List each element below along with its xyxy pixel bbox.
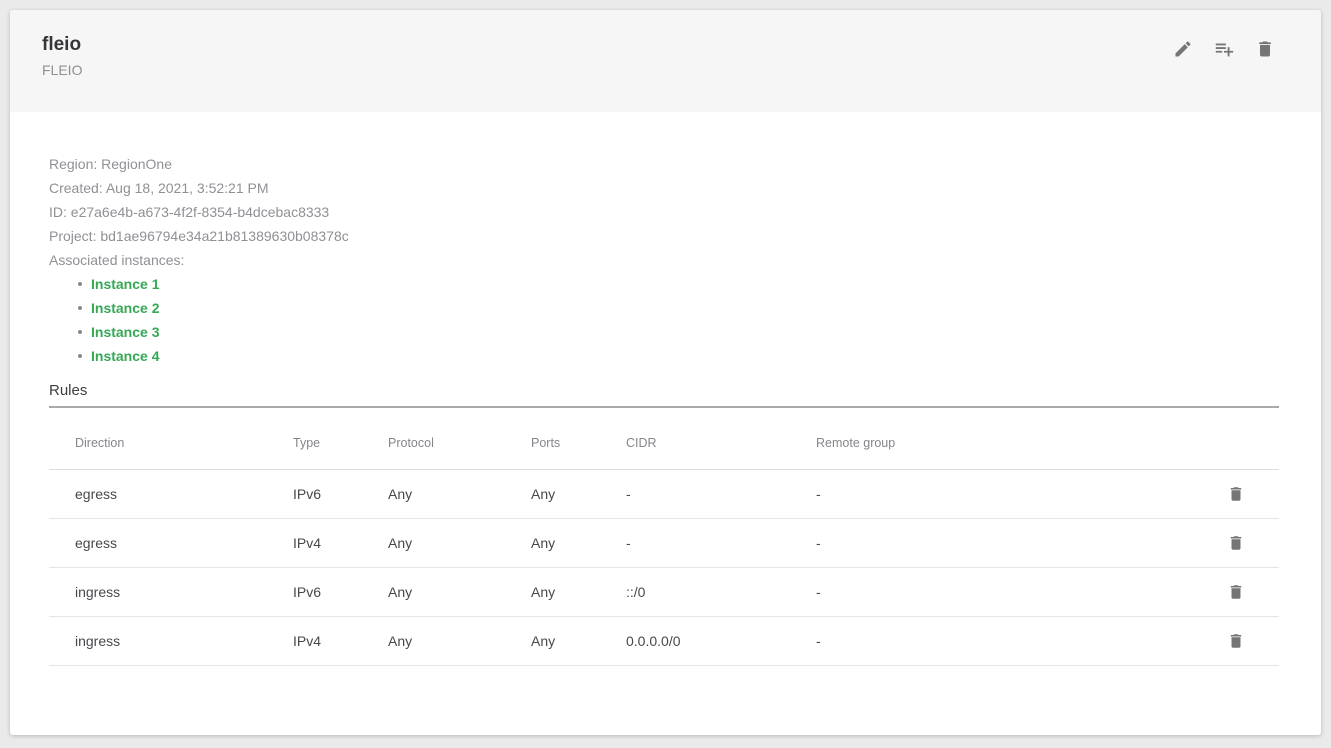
delete-rule-button[interactable] [1227, 485, 1245, 503]
cell-cidr: - [626, 486, 816, 502]
pencil-icon [1173, 39, 1193, 59]
cell-type: IPv6 [293, 584, 388, 600]
cell-direction: ingress [49, 584, 293, 600]
cell-protocol: Any [388, 486, 531, 502]
table-row: egress IPv6 Any Any - - [49, 470, 1279, 519]
list-item: Instance 2 [91, 296, 1279, 320]
rules-section-title: Rules [49, 382, 1279, 408]
column-header-remote-group: Remote group [816, 436, 1193, 450]
cell-protocol: Any [388, 584, 531, 600]
cell-cidr: ::/0 [626, 584, 816, 600]
cell-actions [1193, 534, 1279, 552]
card-header: fleio FLEIO [10, 10, 1321, 112]
page-title: fleio [42, 34, 82, 56]
column-header-ports: Ports [531, 436, 626, 450]
id-label: ID: [49, 204, 67, 220]
cell-ports: Any [531, 584, 626, 600]
cell-remote-group: - [816, 633, 1193, 649]
column-header-direction: Direction [49, 436, 293, 450]
trash-icon [1227, 632, 1245, 650]
cell-cidr: - [626, 535, 816, 551]
project-line: Project: bd1ae96794e34a21b81389630b08378… [49, 224, 1279, 248]
table-row: egress IPv4 Any Any - - [49, 519, 1279, 568]
trash-icon [1227, 583, 1245, 601]
cell-type: IPv6 [293, 486, 388, 502]
instance-link-2[interactable]: Instance 2 [91, 300, 159, 316]
add-rule-button[interactable] [1213, 38, 1235, 60]
cell-actions [1193, 485, 1279, 503]
project-label: Project: [49, 228, 96, 244]
cell-cidr: 0.0.0.0/0 [626, 633, 816, 649]
cell-actions [1193, 632, 1279, 650]
trash-icon [1227, 485, 1245, 503]
id-value: e27a6e4b-a673-4f2f-8354-b4dcebac8333 [71, 204, 329, 220]
instance-list: Instance 1 Instance 2 Instance 3 Instanc… [49, 272, 1279, 368]
cell-actions [1193, 583, 1279, 601]
cell-type: IPv4 [293, 535, 388, 551]
cell-protocol: Any [388, 535, 531, 551]
region-value: RegionOne [101, 156, 172, 172]
cell-remote-group: - [816, 535, 1193, 551]
rules-table-header: Direction Type Protocol Ports CIDR Remot… [49, 408, 1279, 470]
instance-link-1[interactable]: Instance 1 [91, 276, 159, 292]
column-header-cidr: CIDR [626, 436, 816, 450]
security-group-card: fleio FLEIO Region: RegionOne [10, 10, 1321, 735]
table-row: ingress IPv6 Any Any ::/0 - [49, 568, 1279, 617]
delete-button[interactable] [1255, 38, 1275, 60]
trash-icon [1255, 39, 1275, 59]
title-block: fleio FLEIO [42, 34, 82, 78]
region-line: Region: RegionOne [49, 152, 1279, 176]
id-line: ID: e27a6e4b-a673-4f2f-8354-b4dcebac8333 [49, 200, 1279, 224]
cell-ports: Any [531, 535, 626, 551]
project-value: bd1ae96794e34a21b81389630b08378c [100, 228, 348, 244]
delete-rule-button[interactable] [1227, 632, 1245, 650]
page-background: fleio FLEIO Region: RegionOne [0, 0, 1331, 748]
instance-link-4[interactable]: Instance 4 [91, 348, 159, 364]
playlist-add-icon [1213, 38, 1235, 60]
list-item: Instance 3 [91, 320, 1279, 344]
cell-remote-group: - [816, 486, 1193, 502]
cell-ports: Any [531, 633, 626, 649]
instance-link-3[interactable]: Instance 3 [91, 324, 159, 340]
created-value: Aug 18, 2021, 3:52:21 PM [106, 180, 269, 196]
cell-ports: Any [531, 486, 626, 502]
card-body: Region: RegionOne Created: Aug 18, 2021,… [10, 112, 1321, 666]
list-item: Instance 4 [91, 344, 1279, 368]
delete-rule-button[interactable] [1227, 534, 1245, 552]
table-row: ingress IPv4 Any Any 0.0.0.0/0 - [49, 617, 1279, 666]
cell-protocol: Any [388, 633, 531, 649]
region-label: Region: [49, 156, 97, 172]
delete-rule-button[interactable] [1227, 583, 1245, 601]
details-block: Region: RegionOne Created: Aug 18, 2021,… [49, 152, 1279, 272]
cell-direction: egress [49, 486, 293, 502]
associated-instances-label: Associated instances: [49, 248, 1279, 272]
page-subtitle: FLEIO [42, 62, 82, 78]
created-label: Created: [49, 180, 103, 196]
list-item: Instance 1 [91, 272, 1279, 296]
column-header-protocol: Protocol [388, 436, 531, 450]
cell-remote-group: - [816, 584, 1193, 600]
cell-type: IPv4 [293, 633, 388, 649]
column-header-type: Type [293, 436, 388, 450]
cell-direction: egress [49, 535, 293, 551]
trash-icon [1227, 534, 1245, 552]
header-actions [1173, 38, 1275, 60]
cell-direction: ingress [49, 633, 293, 649]
created-line: Created: Aug 18, 2021, 3:52:21 PM [49, 176, 1279, 200]
rules-table: Direction Type Protocol Ports CIDR Remot… [49, 408, 1279, 666]
edit-button[interactable] [1173, 38, 1193, 60]
